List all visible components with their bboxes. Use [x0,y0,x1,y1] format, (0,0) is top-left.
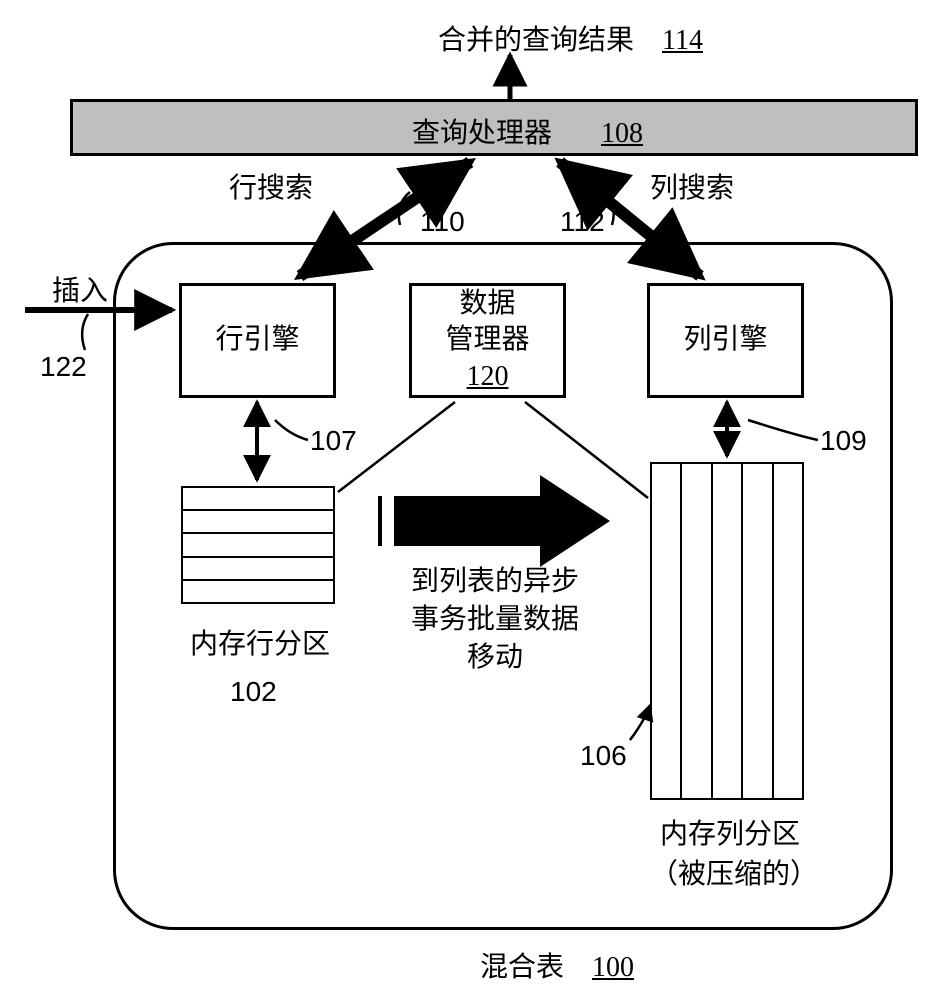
merged-result-label: 合并的查询结果 114 [438,18,703,58]
col-store-col [743,464,773,798]
col-store-col [774,464,802,798]
col-store-col [713,464,743,798]
merged-result-text: 合并的查询结果 [438,25,634,56]
col-engine-box: 列引擎 [647,283,804,398]
col-search-label: 列搜索 [650,166,734,206]
row-partition-label: 内存行分区 [190,622,330,662]
col-partition-label1: 内存列分区 [660,812,800,852]
query-processor-label: 查询处理器 108 [412,111,643,151]
data-manager-line2: 管理器 [445,322,529,358]
row-store-row [183,581,333,602]
row-engine-box: 行引擎 [179,283,336,398]
insert-label: 插入 [52,269,108,309]
async-move-label: 到列表的异步 事务批量数据 移动 [395,563,595,676]
row-search-ref: 110 [420,206,465,238]
col-search-ref: 112 [560,206,605,238]
col-store-col [652,464,682,798]
row-store-row [183,488,333,511]
col-partition-store [650,462,804,800]
async-move-line3: 移动 [467,642,523,673]
data-manager-line1: 数据 [459,286,515,322]
col-engine-link-ref: 109 [820,425,867,457]
data-manager-box: 数据 管理器 120 [409,283,566,398]
hybrid-table-text: 混合表 [480,952,564,983]
row-partition-ref: 102 [230,676,277,708]
col-store-col [682,464,712,798]
hybrid-table-label: 混合表 100 [480,945,634,985]
row-store-row [183,534,333,557]
row-engine-text: 行引擎 [215,322,299,358]
async-move-line2: 事务批量数据 [411,604,579,635]
row-store-row [183,511,333,534]
col-partition-ref: 106 [580,740,627,772]
row-partition-store [181,486,335,604]
hybrid-table-ref: 100 [592,952,634,983]
row-store-row [183,558,333,581]
row-engine-link-ref: 107 [310,425,357,457]
query-processor-ref: 108 [601,118,643,149]
row-search-label: 行搜索 [229,166,313,206]
col-partition-label2: （被压缩的） [650,852,818,892]
col-engine-text: 列引擎 [683,322,767,358]
data-manager-ref: 120 [467,359,509,395]
query-processor-text: 查询处理器 [412,118,552,149]
async-move-line1: 到列表的异步 [411,566,579,597]
insert-ref: 122 [40,351,87,383]
merged-result-ref: 114 [662,25,703,56]
